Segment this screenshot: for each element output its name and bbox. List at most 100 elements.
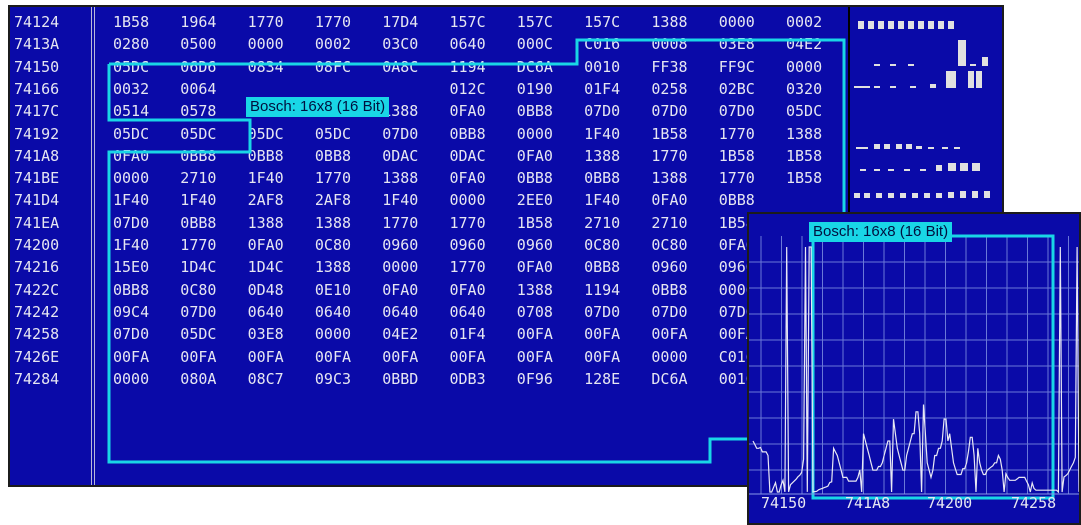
- hex-cell[interactable]: 0010: [584, 56, 646, 78]
- hex-cell[interactable]: 0BB8: [315, 145, 377, 167]
- hex-cell[interactable]: 0578: [180, 100, 242, 122]
- hex-cell[interactable]: 0000: [113, 167, 175, 189]
- hex-cell[interactable]: 0C80: [315, 234, 377, 256]
- hex-cell[interactable]: 15E0: [113, 256, 175, 278]
- hex-cell[interactable]: 0960: [651, 256, 713, 278]
- hex-cell[interactable]: 2AF8: [315, 189, 377, 211]
- hex-cell[interactable]: 0FA0: [450, 167, 512, 189]
- hex-cell[interactable]: 00FA: [180, 346, 242, 368]
- hex-cell[interactable]: 0BB8: [517, 100, 579, 122]
- hex-cell[interactable]: 0000: [651, 346, 713, 368]
- hex-cell[interactable]: 1D4C: [248, 256, 310, 278]
- hex-cell[interactable]: 1770: [315, 11, 377, 33]
- hex-cell[interactable]: 1F40: [113, 234, 175, 256]
- hex-cell[interactable]: 07D0: [180, 301, 242, 323]
- hex-cell[interactable]: 03E8: [719, 33, 781, 55]
- hex-cell[interactable]: 0BB8: [584, 256, 646, 278]
- hex-cell[interactable]: 0640: [315, 301, 377, 323]
- hex-cell[interactable]: 128E: [584, 368, 646, 390]
- hex-cell[interactable]: 05DC: [315, 123, 377, 145]
- hex-cell[interactable]: 1B58: [786, 145, 848, 167]
- hex-cell[interactable]: DC6A: [651, 368, 713, 390]
- hex-cell[interactable]: 0960: [517, 234, 579, 256]
- hex-cell[interactable]: 1F40: [180, 189, 242, 211]
- hex-cell[interactable]: 1770: [651, 145, 713, 167]
- hex-cell[interactable]: 1194: [584, 279, 646, 301]
- hex-cell[interactable]: 2EE0: [517, 189, 579, 211]
- hex-cell[interactable]: 05DC: [180, 323, 242, 345]
- map-label[interactable]: Bosch: 16x8 (16 Bit): [246, 97, 390, 117]
- hex-cell[interactable]: 1388: [248, 212, 310, 234]
- hex-cell[interactable]: 0000: [113, 368, 175, 390]
- hex-cell[interactable]: 03E8: [248, 323, 310, 345]
- hex-cell[interactable]: 0834: [248, 56, 310, 78]
- hex-cell[interactable]: DC6A: [517, 56, 579, 78]
- hex-cell[interactable]: 1194: [450, 56, 512, 78]
- hex-cell[interactable]: 1770: [450, 256, 512, 278]
- hex-cell[interactable]: 0BBD: [382, 368, 444, 390]
- hex-cell[interactable]: 07D0: [113, 323, 175, 345]
- hex-cell[interactable]: 1770: [315, 167, 377, 189]
- hex-cell[interactable]: 1B58: [786, 167, 848, 189]
- hex-cell[interactable]: 0FA0: [382, 279, 444, 301]
- hex-cell[interactable]: 1D4C: [180, 256, 242, 278]
- hex-cell[interactable]: 0BB8: [113, 279, 175, 301]
- hex-cell[interactable]: 0708: [517, 301, 579, 323]
- hex-cell[interactable]: 1964: [180, 11, 242, 33]
- hex-cell[interactable]: 0BB8: [651, 279, 713, 301]
- hex-cell[interactable]: 0DB3: [450, 368, 512, 390]
- hex-cell[interactable]: 0000: [450, 189, 512, 211]
- hex-cell[interactable]: 00FA: [584, 346, 646, 368]
- hex-cell[interactable]: 0640: [450, 301, 512, 323]
- hex-cell[interactable]: 09C4: [113, 301, 175, 323]
- hex-cell[interactable]: 1F40: [584, 123, 646, 145]
- hex-cell[interactable]: FF38: [651, 56, 713, 78]
- hex-cell[interactable]: 2710: [180, 167, 242, 189]
- hex-cell[interactable]: 1B58: [113, 11, 175, 33]
- hex-cell[interactable]: 0D48: [248, 279, 310, 301]
- hex-cell[interactable]: 05DC: [113, 123, 175, 145]
- hex-cell[interactable]: 1388: [651, 11, 713, 33]
- hex-cell[interactable]: 00FA: [450, 346, 512, 368]
- hex-cell[interactable]: 1388: [584, 145, 646, 167]
- hex-cell[interactable]: 1388: [517, 279, 579, 301]
- hex-cell[interactable]: 0258: [651, 78, 713, 100]
- hex-cell[interactable]: 07D0: [651, 100, 713, 122]
- hex-cell[interactable]: 0960: [382, 234, 444, 256]
- hex-cell[interactable]: 01F4: [584, 78, 646, 100]
- hex-cell[interactable]: 01F4: [450, 323, 512, 345]
- hex-cell[interactable]: 0C80: [584, 234, 646, 256]
- hex-cell[interactable]: 1F40: [382, 189, 444, 211]
- hex-cell[interactable]: 04E2: [786, 33, 848, 55]
- hex-cell[interactable]: 0640: [248, 301, 310, 323]
- hex-cell[interactable]: 04E2: [382, 323, 444, 345]
- hex-cell[interactable]: 0280: [113, 33, 175, 55]
- hex-cell[interactable]: 000C: [517, 33, 579, 55]
- hex-cell[interactable]: 0BB8: [719, 189, 781, 211]
- hex-cell[interactable]: 1F40: [113, 189, 175, 211]
- hex-cell[interactable]: 0BB8: [180, 145, 242, 167]
- hex-cell[interactable]: 0FA0: [651, 189, 713, 211]
- hex-cell[interactable]: 07D0: [584, 100, 646, 122]
- hex-cell[interactable]: 0DAC: [450, 145, 512, 167]
- hex-cell[interactable]: 0000: [517, 123, 579, 145]
- hex-cell[interactable]: C016: [584, 33, 646, 55]
- hex-cell[interactable]: 0FA0: [517, 145, 579, 167]
- hex-cell[interactable]: 00FA: [584, 323, 646, 345]
- map-graph-window[interactable]: Bosch: 16x8 (16 Bit) 74150 741A8 74200 7…: [747, 212, 1081, 525]
- hex-cell[interactable]: 0C80: [651, 234, 713, 256]
- hex-cell[interactable]: 08C7: [248, 368, 310, 390]
- hex-cell[interactable]: 07D0: [719, 100, 781, 122]
- hex-cell[interactable]: 00FA: [315, 346, 377, 368]
- hex-cell[interactable]: 0500: [180, 33, 242, 55]
- hex-cell[interactable]: 08FC: [315, 56, 377, 78]
- hex-cell[interactable]: 07D0: [113, 212, 175, 234]
- hex-cell[interactable]: 0000: [315, 323, 377, 345]
- hex-cell[interactable]: 0000: [382, 256, 444, 278]
- hex-cell[interactable]: 0BB8: [517, 167, 579, 189]
- hex-cell[interactable]: 0FA0: [450, 100, 512, 122]
- hex-cell[interactable]: 0BB8: [450, 123, 512, 145]
- hex-cell[interactable]: 07D0: [651, 301, 713, 323]
- hex-cell[interactable]: 157C: [584, 11, 646, 33]
- hex-cell[interactable]: 0000: [248, 33, 310, 55]
